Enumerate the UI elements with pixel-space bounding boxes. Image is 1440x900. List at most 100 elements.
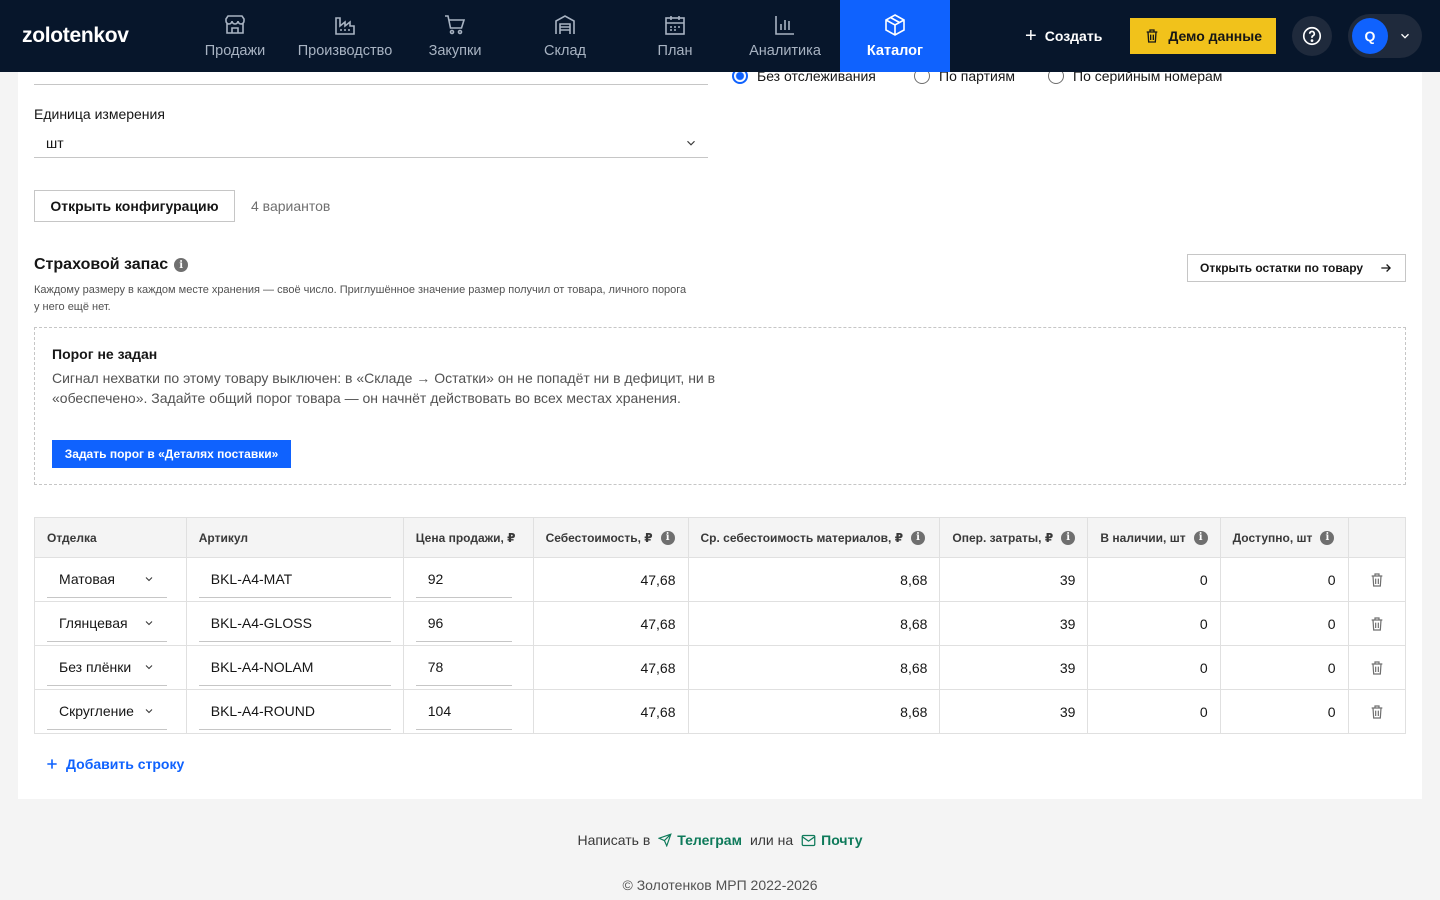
finish-select[interactable]: Без плёнки (47, 650, 167, 686)
chevron-down-icon (145, 709, 153, 714)
nav-right: + Создать Демо данные Q (1007, 0, 1440, 72)
avatar: Q (1352, 18, 1388, 54)
nav-label: Производство (297, 43, 393, 59)
mail-icon (801, 834, 816, 846)
open-stock-button[interactable]: Открыть остатки по товару (1187, 254, 1406, 282)
col-available: Доступно, шт i (1220, 517, 1349, 558)
finish-select[interactable]: Матовая (47, 562, 167, 598)
col-op-cost: Опер. затраты, ₽ i (939, 517, 1089, 558)
store-icon (225, 15, 245, 34)
footer-write-prefix: Написать в (577, 832, 651, 848)
cell-op-cost: 39 (939, 645, 1089, 690)
sku-input[interactable]: BKL-A4-GLOSS (198, 606, 391, 642)
delete-row-button[interactable] (1361, 572, 1393, 588)
cell-cost: 47,68 (533, 557, 689, 602)
nav-item-warehouse[interactable]: Склад (510, 0, 620, 72)
sku-input[interactable]: BKL-A4-ROUND (198, 694, 391, 730)
info-icon[interactable]: i (660, 530, 675, 545)
cell-sku: BKL-A4-ROUND (186, 689, 404, 734)
delete-row-button[interactable] (1361, 616, 1393, 632)
nav-label: Аналитика (749, 43, 821, 59)
sku-input[interactable]: BKL-A4-MAT (198, 562, 391, 598)
threshold-text: Сигнал нехватки по этому товару выключен… (52, 370, 716, 406)
cell-actions (1348, 689, 1406, 734)
col-material-cost-label: Ср. себестоимость материалов, ₽ (700, 530, 904, 545)
user-menu[interactable]: Q (1348, 14, 1422, 58)
unit-label: Единица измерения (34, 106, 165, 122)
chevron-down-icon (145, 665, 153, 670)
variants-table: Отделка Артикул Цена продажи, ₽ Себестои… (34, 517, 1406, 734)
info-icon[interactable]: i (1320, 530, 1335, 545)
unit-value: шт (46, 134, 64, 151)
col-cost-label: Себестоимость, ₽ (545, 530, 653, 545)
variants-count: 4 вариантов (251, 198, 331, 214)
finish-value: Без плёнки (59, 659, 132, 675)
help-button[interactable] (1292, 16, 1332, 56)
nav-item-analytics[interactable]: Аналитика (730, 0, 840, 72)
warehouse-icon (555, 15, 575, 34)
name-field-partial[interactable] (34, 84, 708, 85)
add-row-button[interactable]: Добавить строку (44, 756, 184, 772)
footer-contact: Написать в Телеграм или на Почту (0, 832, 1440, 848)
cell-op-cost: 39 (939, 689, 1089, 734)
cell-cost: 47,68 (533, 601, 689, 646)
cell-material-cost: 8,68 (688, 645, 941, 690)
cell-in-stock: 0 (1087, 557, 1221, 602)
finish-value: Матовая (59, 571, 115, 587)
finish-select[interactable]: Глянцевая (47, 606, 167, 642)
safety-stock-heading: Страховой запас i (34, 256, 189, 274)
unit-select[interactable]: шт (34, 128, 708, 158)
mail-link[interactable]: Почту (801, 832, 863, 848)
send-icon (658, 833, 673, 847)
info-icon[interactable]: i (911, 530, 926, 545)
price-input[interactable]: 96 (415, 606, 512, 642)
finish-select[interactable]: Скругление (47, 694, 167, 730)
col-finish: Отделка (34, 517, 187, 558)
open-config-button[interactable]: Открыть конфигурацию (34, 190, 235, 222)
trash-icon (1371, 660, 1383, 675)
cell-material-cost: 8,68 (688, 689, 941, 734)
demo-data-button[interactable]: Демо данные (1130, 18, 1276, 54)
info-icon[interactable]: i (1193, 530, 1208, 545)
copyright: © Золотенков МРП 2022-2026 (622, 877, 818, 893)
cell-material-cost: 8,68 (688, 601, 941, 646)
col-actions (1348, 517, 1406, 558)
telegram-label: Телеграм (677, 832, 742, 848)
chevron-down-icon (687, 140, 695, 146)
price-input[interactable]: 92 (415, 562, 512, 598)
product-card: Без отслеживания По партиям По серийным … (18, 56, 1422, 799)
factory-icon (335, 17, 355, 35)
info-icon[interactable]: i (174, 258, 189, 272)
cell-in-stock: 0 (1087, 645, 1221, 690)
set-threshold-button[interactable]: Задать порог в «Деталях поставки» (52, 440, 291, 468)
cell-op-cost: 39 (939, 557, 1089, 602)
delete-row-button[interactable] (1361, 704, 1393, 720)
nav-item-production[interactable]: Производство (290, 0, 400, 72)
nav-item-purchases[interactable]: Закупки (400, 0, 510, 72)
nav-item-plan[interactable]: План (620, 0, 730, 72)
price-input[interactable]: 104 (415, 694, 512, 730)
telegram-link[interactable]: Телеграм (658, 832, 742, 848)
cell-finish: Без плёнки (34, 645, 187, 690)
create-button[interactable]: + Создать (1007, 18, 1120, 54)
nav-label: Закупки (428, 43, 482, 59)
trash-icon (1371, 704, 1383, 719)
plus-icon: + (1025, 25, 1037, 47)
table-row: Глянцевая BKL-A4-GLOSS 96 47,68 8,68 39 … (34, 601, 1406, 646)
arrow-right-icon (1381, 264, 1391, 272)
info-icon[interactable]: i (1061, 530, 1076, 545)
sku-input[interactable]: BKL-A4-NOLAM (198, 650, 391, 686)
cell-cost: 47,68 (533, 689, 689, 734)
cell-available: 0 (1220, 689, 1349, 734)
cell-price: 104 (403, 689, 534, 734)
cell-sku: BKL-A4-GLOSS (186, 601, 404, 646)
cell-price: 92 (403, 557, 534, 602)
col-price: Цена продажи, ₽ (403, 517, 534, 558)
delete-row-button[interactable] (1361, 660, 1393, 676)
logo[interactable]: zolotenkov (0, 0, 180, 72)
nav-item-catalog[interactable]: Каталог (840, 0, 950, 72)
table-row: Без плёнки BKL-A4-NOLAM 78 47,68 8,68 39… (34, 645, 1406, 690)
nav-item-sales[interactable]: Продажи (180, 0, 290, 72)
mail-label: Почту (821, 832, 863, 848)
price-input[interactable]: 78 (415, 650, 512, 686)
